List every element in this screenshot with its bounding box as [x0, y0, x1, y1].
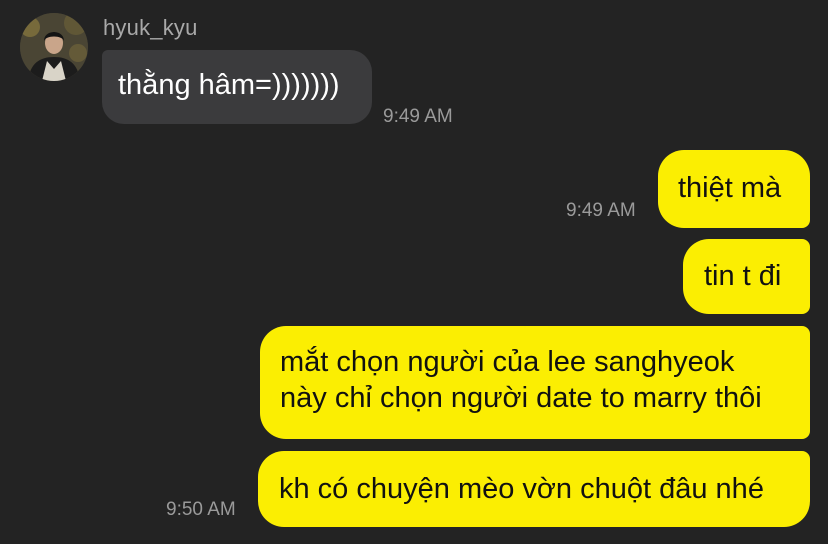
message-bubble-outgoing[interactable]: thiệt mà [658, 150, 810, 228]
sender-name: hyuk_kyu [103, 15, 198, 40]
message-line: mắt chọn người của lee sanghyeok [280, 346, 735, 378]
sender-avatar[interactable] [20, 13, 88, 81]
message-bubble-outgoing[interactable]: mắt chọn người của lee sanghyeok này chỉ… [260, 326, 810, 439]
message-timestamp: 9:50 AM [166, 499, 236, 520]
message-bubble-incoming[interactable]: thằng hâm=))))))) [102, 50, 372, 124]
avatar-photo-icon [20, 13, 88, 81]
message-bubble-outgoing[interactable]: tin t đi [683, 239, 810, 314]
message-bubble-outgoing[interactable]: kh có chuyện mèo vờn chuột đâu nhé [258, 451, 810, 527]
message-timestamp: 9:49 AM [566, 200, 636, 221]
message-line: này chỉ chọn người date to marry thôi [280, 382, 762, 414]
message-timestamp: 9:49 AM [383, 106, 453, 127]
